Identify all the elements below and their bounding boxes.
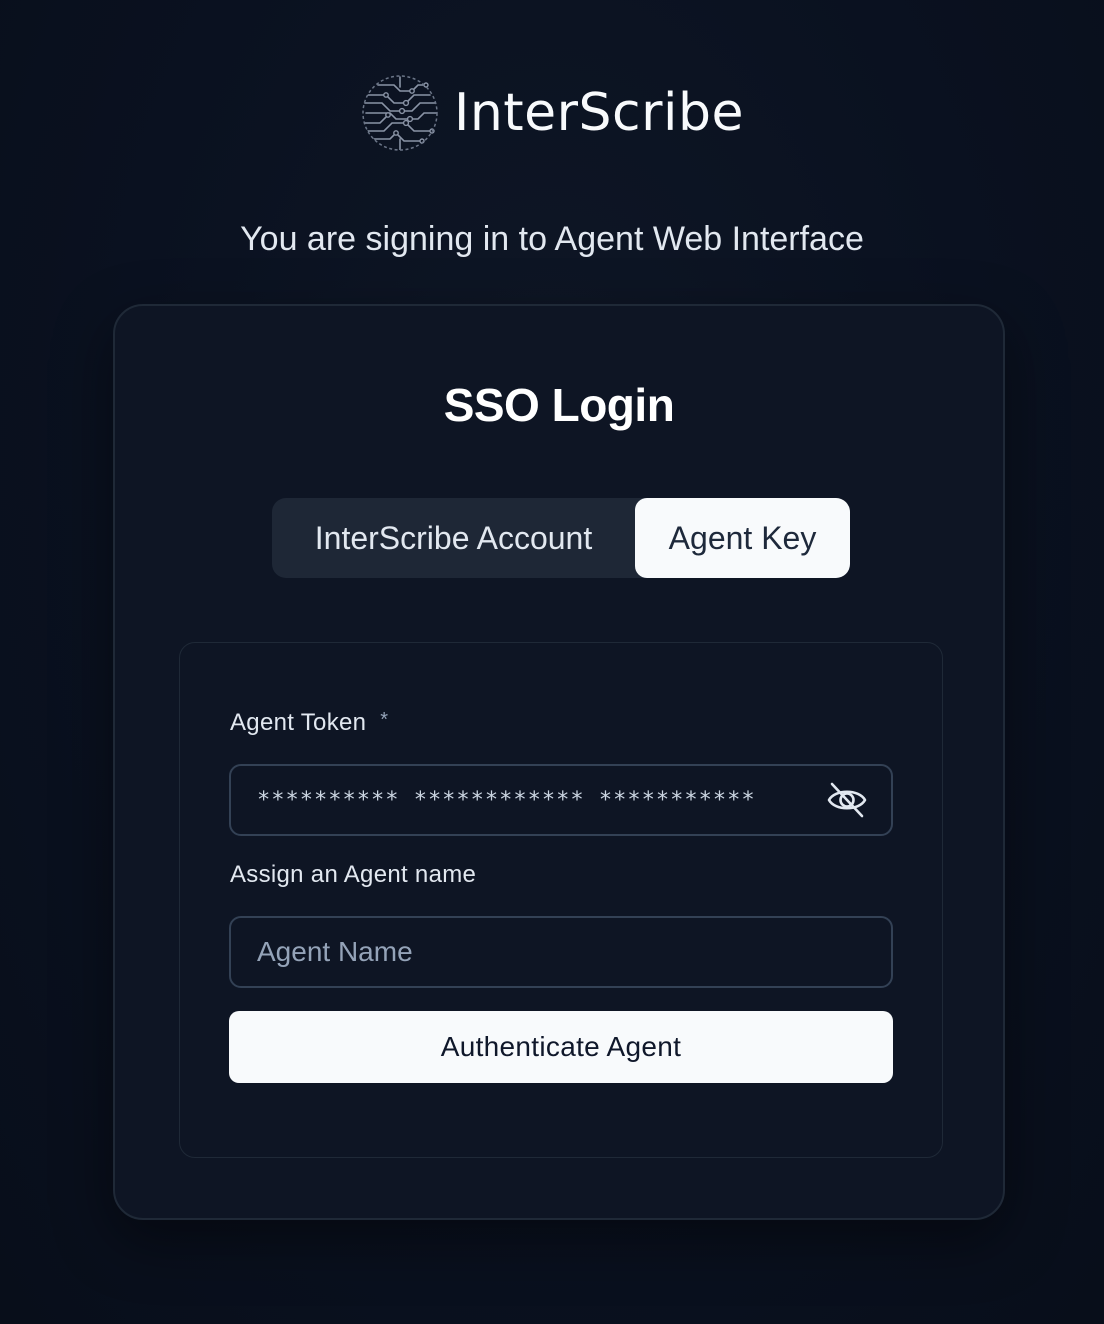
signin-subtitle: You are signing in to Agent Web Interfac… bbox=[240, 220, 864, 258]
agent-token-label: Agent Token * bbox=[230, 709, 388, 737]
tab-interscribe-account[interactable]: InterScribe Account bbox=[272, 498, 635, 578]
agent-name-label: Assign an Agent name bbox=[230, 861, 477, 888]
agent-token-value: ********** ************ *********** bbox=[257, 787, 756, 813]
authenticate-agent-button[interactable]: Authenticate Agent bbox=[229, 1011, 893, 1083]
card-title: SSO Login bbox=[443, 379, 675, 431]
tab-agent-key[interactable]: Agent Key bbox=[635, 498, 850, 578]
agent-token-field[interactable]: ********** ************ *********** bbox=[229, 764, 893, 836]
eye-off-icon[interactable] bbox=[825, 780, 869, 820]
login-page: InterScribe You are signing in to Agent … bbox=[0, 0, 1104, 1324]
agent-key-form: Agent Token * ********** ************ ***… bbox=[179, 642, 943, 1158]
brand-name: InterScribe bbox=[454, 83, 744, 143]
agent-name-field[interactable]: Agent Name bbox=[229, 916, 893, 988]
login-method-tabs: InterScribe Account Agent Key bbox=[272, 498, 850, 578]
agent-token-label-text: Agent Token bbox=[230, 709, 367, 736]
brand-header: InterScribe bbox=[0, 70, 1104, 156]
required-marker: * bbox=[380, 709, 389, 731]
agent-name-placeholder: Agent Name bbox=[257, 936, 413, 967]
circuit-globe-icon bbox=[362, 75, 438, 151]
login-card: SSO Login InterScribe Account Agent Key … bbox=[113, 304, 1005, 1220]
